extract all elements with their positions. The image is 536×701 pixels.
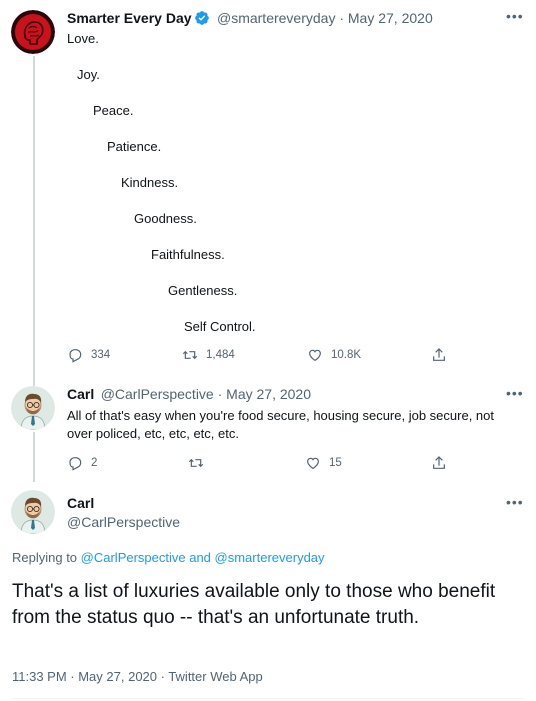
verified-badge-icon — [194, 10, 210, 31]
share-button[interactable] — [431, 455, 447, 471]
retweet-icon — [188, 458, 204, 468]
retweet-button[interactable]: 1,484 — [182, 347, 235, 363]
like-count: 10.8K — [331, 349, 362, 361]
reply-count: 334 — [91, 349, 111, 361]
replying-prefix: Replying to — [12, 550, 81, 565]
thread-connector-line — [33, 56, 35, 386]
brain-logo-icon — [11, 10, 55, 54]
mention-link[interactable]: @smartereveryday — [215, 550, 325, 565]
tweet-timestamp[interactable]: 11:33 PM · May 27, 2020 · Twitter Web Ap… — [12, 669, 263, 684]
retweet-button[interactable] — [188, 455, 204, 471]
heart-icon — [309, 349, 321, 362]
share-icon — [433, 348, 445, 361]
like-button[interactable]: 10.8K — [307, 347, 361, 363]
tweet-line: Patience. — [107, 139, 162, 154]
reply-text: All of that's easy when you're food secu… — [67, 408, 494, 441]
avatar-carl[interactable] — [11, 386, 55, 430]
like-button[interactable]: 15 — [305, 455, 342, 471]
tweet-line: Joy. — [77, 67, 100, 82]
author-handle-date[interactable]: @CarlPerspective · May 27, 2020 — [101, 386, 311, 402]
replying-and: and — [185, 550, 215, 565]
share-icon — [433, 456, 445, 469]
avatar-carl[interactable] — [11, 490, 55, 534]
reply-icon — [69, 457, 82, 471]
like-count: 15 — [329, 457, 342, 469]
author-handle-date[interactable]: @smartereveryday · May 27, 2020 — [217, 10, 433, 26]
more-options-icon[interactable]: ••• — [506, 494, 524, 510]
replying-to: Replying to @CarlPerspective and @smarte… — [12, 550, 325, 565]
cartoon-avatar-icon — [11, 490, 55, 534]
author-name[interactable]: Carl — [67, 495, 94, 511]
avatar-smarter-every-day[interactable] — [11, 10, 55, 54]
tweet-line: Faithfulness. — [151, 247, 225, 262]
tweet-line: Peace. — [93, 103, 134, 118]
author-name[interactable]: Carl — [67, 386, 94, 402]
retweet-count: 1,484 — [206, 349, 235, 361]
author-handle[interactable]: @CarlPerspective — [67, 514, 180, 530]
reply-button[interactable]: 2 — [67, 455, 97, 471]
tweet-line: Love. — [67, 31, 99, 46]
tweet-body: That's a list of luxuries available only… — [12, 581, 496, 628]
tweet-line: Goodness. — [134, 211, 197, 226]
share-button[interactable] — [431, 347, 447, 363]
cartoon-avatar-icon — [11, 386, 55, 430]
reply-count: 2 — [91, 457, 98, 469]
tweet-line: Self Control. — [184, 319, 256, 334]
more-options-icon[interactable]: ••• — [506, 385, 524, 401]
thread-connector-line — [33, 432, 35, 482]
divider — [12, 698, 524, 699]
reply-icon — [69, 349, 82, 363]
retweet-icon — [182, 350, 198, 360]
author-name[interactable]: Smarter Every Day — [67, 10, 192, 26]
reply-button[interactable]: 334 — [67, 347, 110, 363]
more-options-icon[interactable]: ••• — [506, 8, 524, 24]
tweet-line: Gentleness. — [168, 283, 238, 298]
heart-icon — [307, 457, 319, 470]
tweet-line: Kindness. — [121, 175, 179, 190]
mention-link[interactable]: @CarlPerspective — [81, 550, 186, 565]
